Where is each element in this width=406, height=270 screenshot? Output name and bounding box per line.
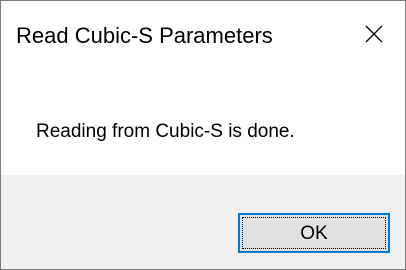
dialog-message: Reading from Cubic-S is done. <box>36 121 295 142</box>
message-area: Reading from Cubic-S is done. <box>1 77 405 175</box>
ok-button-label: OK <box>300 223 328 244</box>
button-bar: OK <box>1 175 405 269</box>
ok-button[interactable]: OK <box>238 213 390 253</box>
dialog-title: Read Cubic-S Parameters <box>16 23 273 48</box>
message-dialog: Read Cubic-S Parameters Reading from Cub… <box>0 0 406 270</box>
title-bar: Read Cubic-S Parameters <box>1 1 405 77</box>
close-button[interactable] <box>357 17 391 51</box>
close-icon <box>365 25 383 43</box>
